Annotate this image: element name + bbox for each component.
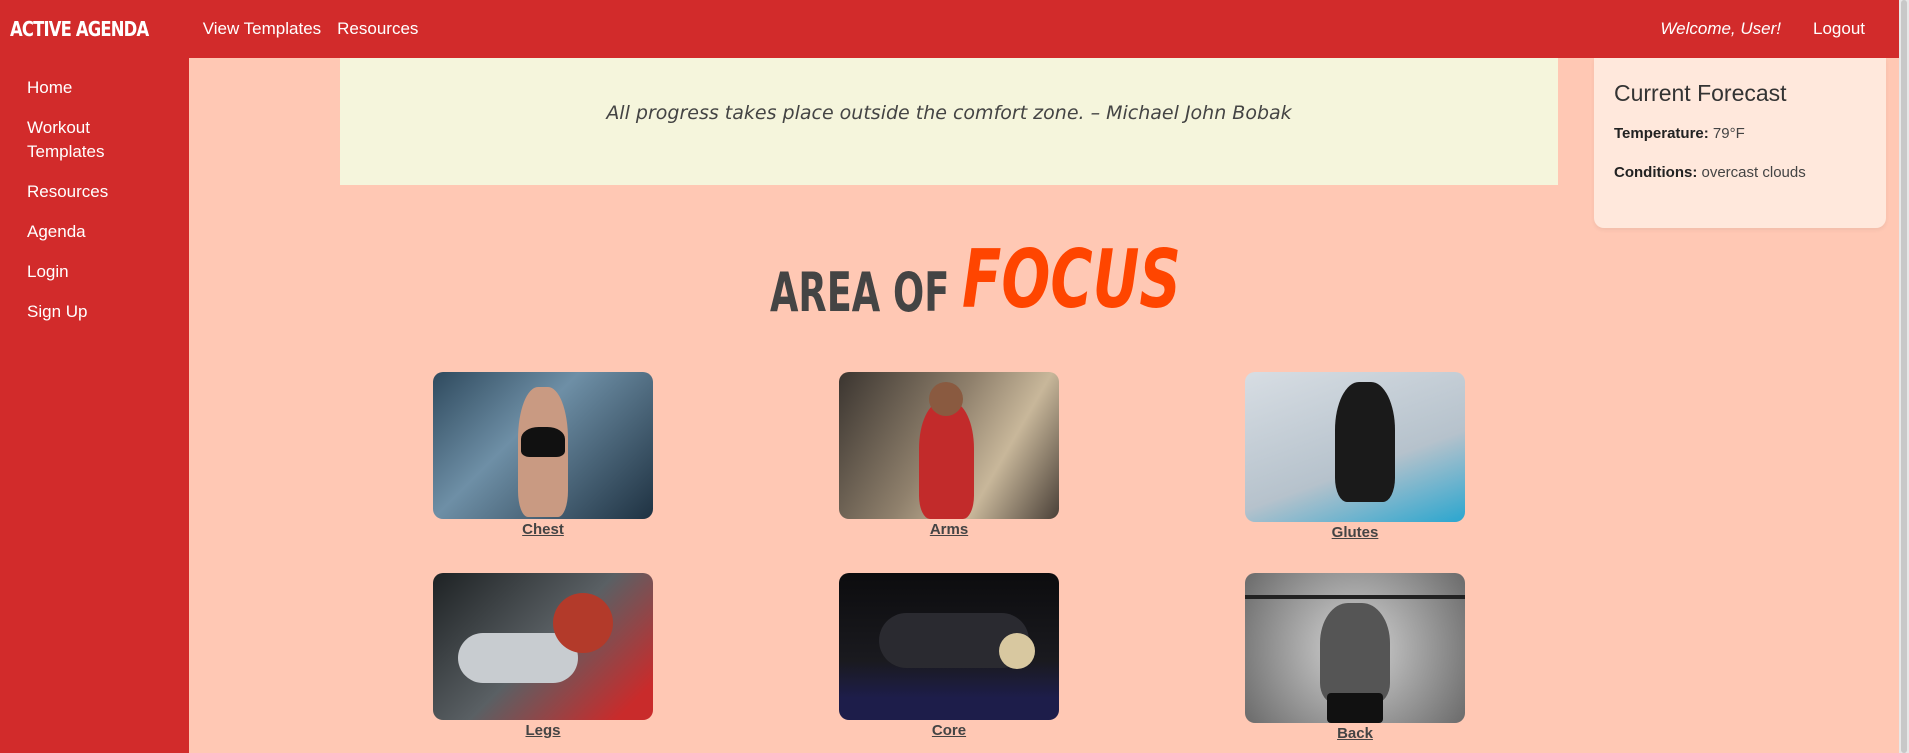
page-scrollbar[interactable]: [1899, 0, 1909, 753]
chest-workout-image[interactable]: [433, 372, 653, 519]
focus-card-legs[interactable]: Legs: [433, 573, 653, 739]
forecast-title: Current Forecast: [1614, 80, 1787, 106]
top-navbar: ACTIVE AGENDA View Templates Resources W…: [0, 0, 1899, 58]
conditions-label: Conditions:: [1614, 164, 1698, 181]
core-link[interactable]: Core: [839, 722, 1059, 739]
temperature-label: Temperature:: [1614, 125, 1709, 142]
arms-link[interactable]: Arms: [839, 521, 1059, 538]
temperature-row: Temperature: 79°F: [1614, 125, 1866, 142]
scrollbar-thumb[interactable]: [1901, 0, 1907, 753]
area-of-focus-heading: AREA OF FOCUS: [770, 240, 1266, 320]
focus-title-highlight: FOCUS: [962, 233, 1181, 326]
glutes-link[interactable]: Glutes: [1245, 524, 1465, 541]
conditions-value: overcast clouds: [1701, 164, 1806, 181]
temperature-value: 79°F: [1712, 125, 1745, 142]
focus-card-chest[interactable]: Chest: [433, 372, 653, 538]
conditions-row: Conditions: overcast clouds: [1614, 164, 1866, 181]
glutes-workout-image[interactable]: [1245, 372, 1465, 522]
legs-link[interactable]: Legs: [433, 722, 653, 739]
focus-card-core[interactable]: Core: [839, 573, 1059, 739]
sidebar-item-sign-up[interactable]: Sign Up: [0, 292, 189, 332]
welcome-text: Welcome, User!: [1660, 19, 1781, 38]
chest-link[interactable]: Chest: [433, 521, 653, 538]
sidebar-item-resources[interactable]: Resources: [0, 172, 189, 212]
focus-card-glutes[interactable]: Glutes: [1245, 372, 1465, 541]
sidebar-item-agenda[interactable]: Agenda: [0, 212, 189, 252]
core-workout-image[interactable]: [839, 573, 1059, 720]
sidebar-item-login[interactable]: Login: [0, 252, 189, 292]
focus-title-prefix: AREA OF: [770, 261, 950, 324]
forecast-card: Current Forecast Temperature: 79°F Condi…: [1594, 58, 1886, 228]
navbar-right: Welcome, User! Logout: [1660, 19, 1899, 39]
legs-workout-image[interactable]: [433, 573, 653, 720]
focus-card-arms[interactable]: Arms: [839, 372, 1059, 538]
sidebar-item-home[interactable]: Home: [0, 68, 189, 108]
nav-resources[interactable]: Resources: [337, 19, 418, 39]
focus-card-back[interactable]: Back: [1245, 573, 1465, 742]
back-workout-image[interactable]: [1245, 573, 1465, 723]
quote-banner: All progress takes place outside the com…: [340, 58, 1558, 185]
brand-logo[interactable]: ACTIVE AGENDA: [10, 17, 149, 41]
nav-view-templates[interactable]: View Templates: [203, 19, 321, 39]
back-link[interactable]: Back: [1245, 725, 1465, 742]
sidebar: Home Workout Templates Resources Agenda …: [0, 58, 189, 753]
sidebar-item-workout-templates[interactable]: Workout Templates: [0, 108, 140, 172]
arms-workout-image[interactable]: [839, 372, 1059, 519]
logout-link[interactable]: Logout: [1813, 19, 1865, 39]
motivational-quote: All progress takes place outside the com…: [606, 101, 1292, 124]
